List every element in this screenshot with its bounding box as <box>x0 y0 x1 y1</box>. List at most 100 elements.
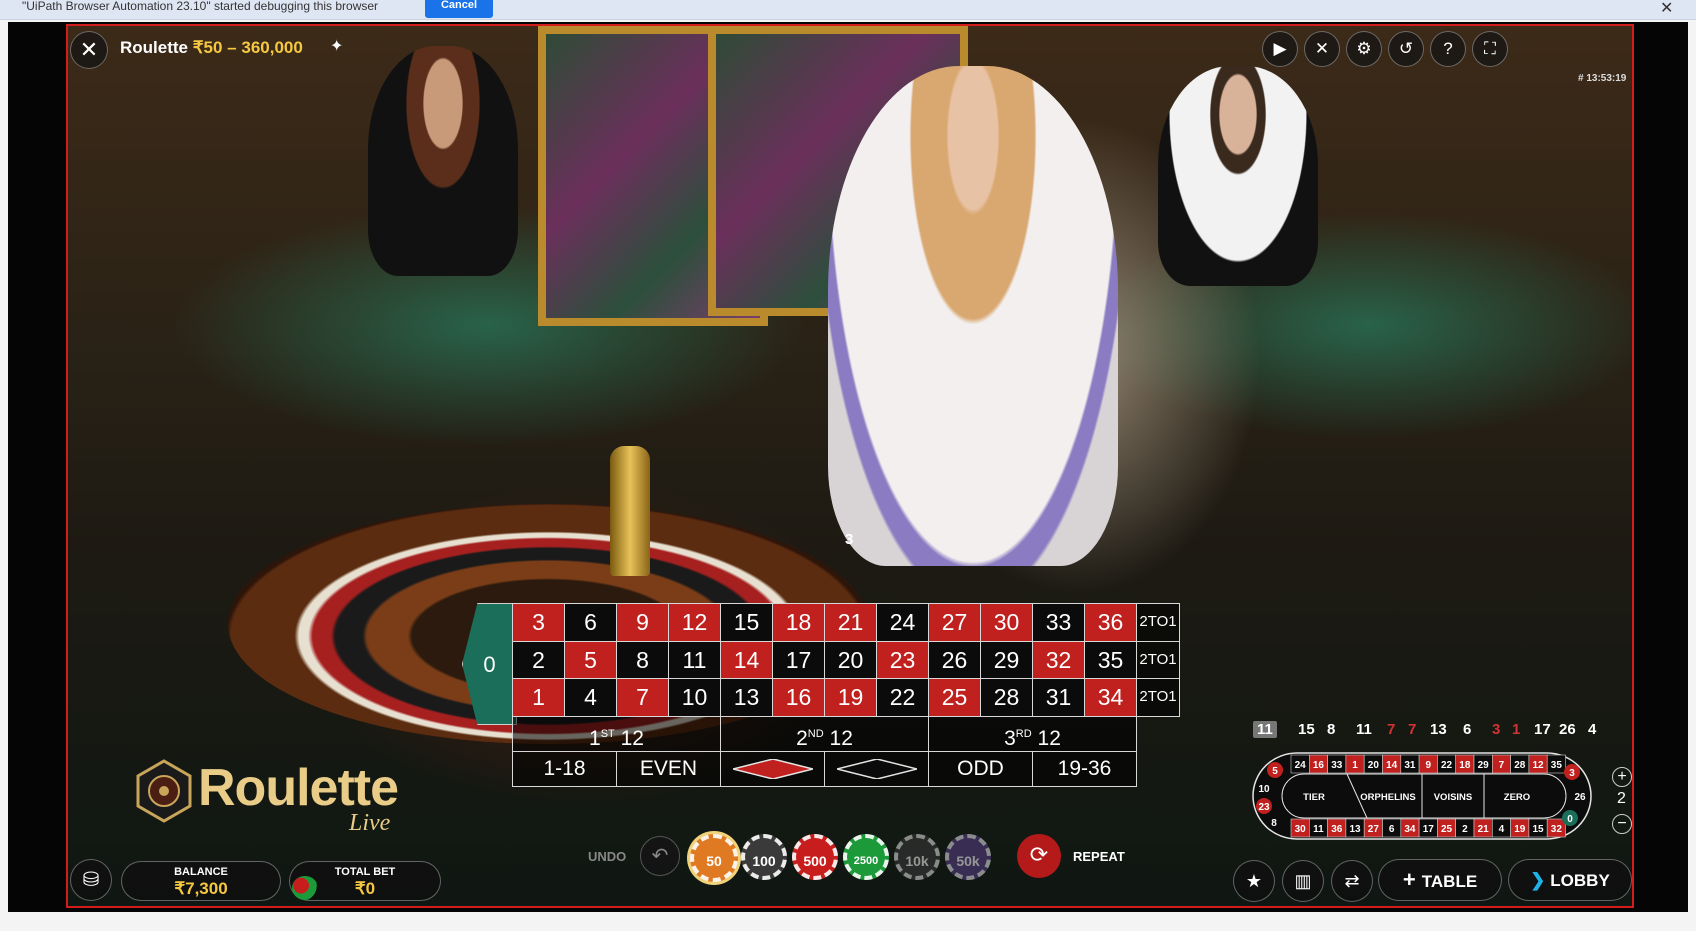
bet-dozen-1[interactable]: 1ST 12 <box>512 715 721 752</box>
track-bottom-label-13: 13 <box>1349 824 1361 835</box>
pin-icon[interactable]: ✦ <box>330 36 343 56</box>
bet-number-35[interactable]: 35 <box>1084 640 1137 679</box>
bet-number-7[interactable]: 7 <box>616 678 669 717</box>
track-section-voisins[interactable]: VOISINS <box>1434 792 1473 803</box>
recent-results: 11 15 8 11 7 7 13 6 3 1 17 26 4 <box>1253 721 1623 743</box>
bet-number-31[interactable]: 31 <box>1032 678 1085 717</box>
bet-column-2[interactable]: 2TO1 <box>1136 640 1180 679</box>
infobar-message: "UiPath Browser Automation 23.10" starte… <box>22 0 379 13</box>
racetrack-zoom-out-button[interactable]: − <box>1612 814 1632 834</box>
bet-number-30[interactable]: 30 <box>980 603 1033 642</box>
bet-number-10[interactable]: 10 <box>668 678 721 717</box>
chip-50[interactable]: 50 <box>690 834 738 882</box>
bet-column-1[interactable]: 2TO1 <box>1136 603 1180 642</box>
bet-number-22[interactable]: 22 <box>876 678 929 717</box>
bet-number-33[interactable]: 33 <box>1032 603 1085 642</box>
plus-icon: + <box>1402 867 1422 892</box>
bet-column-3[interactable]: 2TO1 <box>1136 678 1180 717</box>
page-footer-strip <box>8 912 1688 931</box>
bet-number-5[interactable]: 5 <box>564 640 617 679</box>
track-section-zero[interactable]: ZERO <box>1504 792 1530 803</box>
bet-number-28[interactable]: 28 <box>980 678 1033 717</box>
racetrack-bet-area[interactable]: 24 16 33 1 20 14 31 9 22 18 29 7 28 12 3530 11 36 13 27 6 34… <box>1252 752 1592 840</box>
track-top-label-12: 12 <box>1532 760 1544 771</box>
special-bets-button[interactable]: ⇄ <box>1331 860 1373 902</box>
bet-number-11[interactable]: 11 <box>668 640 721 679</box>
bet-number-29[interactable]: 29 <box>980 640 1033 679</box>
help-button[interactable]: ? <box>1430 31 1466 67</box>
bet-number-21[interactable]: 21 <box>824 603 877 642</box>
fullscreen-button[interactable]: ⛶ <box>1472 31 1508 67</box>
bet-number-27[interactable]: 27 <box>928 603 981 642</box>
help-icon: ? <box>1443 39 1453 58</box>
repeat-button[interactable]: ⟳ <box>1017 834 1061 878</box>
dealer-background-right <box>1158 66 1318 286</box>
bet-number-24[interactable]: 24 <box>876 603 929 642</box>
bet-number-6[interactable]: 6 <box>564 603 617 642</box>
total-bet-label: TOTAL BET <box>334 866 396 878</box>
close-game-button[interactable]: ✕ <box>70 31 108 69</box>
bet-number-23[interactable]: 23 <box>876 640 929 679</box>
bet-number-13[interactable]: 13 <box>720 678 773 717</box>
bet-number-4[interactable]: 4 <box>564 678 617 717</box>
bet-number-19[interactable]: 19 <box>824 678 877 717</box>
chip-500[interactable]: 500 <box>792 834 838 880</box>
history-button[interactable]: ↺ <box>1388 31 1424 67</box>
settings-button[interactable]: ⚙ <box>1346 31 1382 67</box>
bet-dozen-2[interactable]: 2ND 12 <box>720 715 929 752</box>
track-section-tier[interactable]: TIER <box>1303 792 1325 803</box>
result-item: 17 <box>1534 721 1551 738</box>
favourites-button[interactable]: ★ <box>1233 860 1275 902</box>
bet-number-9[interactable]: 9 <box>616 603 669 642</box>
undo-button[interactable]: ↶ <box>640 836 680 876</box>
track-bottom-label-6: 6 <box>1389 824 1395 835</box>
statistics-button[interactable]: ▥ <box>1282 860 1324 902</box>
bet-dozen-3[interactable]: 3RD 12 <box>928 715 1137 752</box>
track-bottom-label-34: 34 <box>1404 824 1416 835</box>
result-item: 7 <box>1408 721 1417 738</box>
bet-number-18[interactable]: 18 <box>772 603 825 642</box>
bet-number-25[interactable]: 25 <box>928 678 981 717</box>
chip-50k[interactable]: 50k <box>945 834 991 880</box>
bet-black[interactable] <box>824 750 929 787</box>
track-section-orphelins[interactable]: ORPHELINS <box>1360 792 1415 803</box>
bet-number-14[interactable]: 14 <box>720 640 773 679</box>
cancel-debug-button[interactable]: Cancel <box>425 0 493 18</box>
repeat-label: REPEAT <box>1073 849 1125 864</box>
bet-number-8[interactable]: 8 <box>616 640 669 679</box>
roulette-logo-icon <box>136 759 192 823</box>
result-item: 7 <box>1387 721 1396 738</box>
dealer-background-left <box>368 46 518 276</box>
bet-odd[interactable]: ODD <box>928 750 1033 787</box>
bet-number-1[interactable]: 1 <box>512 678 565 717</box>
bet-red[interactable] <box>720 750 825 787</box>
chip-2500[interactable]: 2500 <box>843 834 889 880</box>
chip-stack-icon[interactable]: ⛁ <box>70 859 112 901</box>
racetrack-zoom-in-button[interactable]: + <box>1612 767 1632 787</box>
bet-number-3[interactable]: 3 <box>512 603 565 642</box>
logo-wordmark: Roulette <box>198 759 399 817</box>
racetrack-zoom-value: 2 <box>1617 790 1626 807</box>
bet-number-15[interactable]: 15 <box>720 603 773 642</box>
bet-number-20[interactable]: 20 <box>824 640 877 679</box>
video-button[interactable]: ▶ <box>1262 31 1298 67</box>
bet-number-26[interactable]: 26 <box>928 640 981 679</box>
bet-19-36[interactable]: 19-36 <box>1032 750 1137 787</box>
bet-number-2[interactable]: 2 <box>512 640 565 679</box>
video-icon: ▶ <box>1273 39 1287 58</box>
bet-number-34[interactable]: 34 <box>1084 678 1137 717</box>
mute-button[interactable]: ✕ <box>1304 31 1340 67</box>
lobby-button[interactable]: ❯ LOBBY <box>1508 859 1632 901</box>
dozen-label: 3 <box>1004 726 1016 750</box>
bet-even[interactable]: EVEN <box>616 750 721 787</box>
bet-1-18[interactable]: 1-18 <box>512 750 617 787</box>
bet-number-16[interactable]: 16 <box>772 678 825 717</box>
bet-number-32[interactable]: 32 <box>1032 640 1085 679</box>
close-infobar-icon[interactable]: ✕ <box>1660 0 1673 18</box>
bet-number-17[interactable]: 17 <box>772 640 825 679</box>
chip-100[interactable]: 100 <box>741 834 787 880</box>
bet-number-12[interactable]: 12 <box>668 603 721 642</box>
bet-number-36[interactable]: 36 <box>1084 603 1137 642</box>
chip-10k[interactable]: 10k <box>894 834 940 880</box>
add-table-button[interactable]: + TABLE <box>1378 859 1502 901</box>
